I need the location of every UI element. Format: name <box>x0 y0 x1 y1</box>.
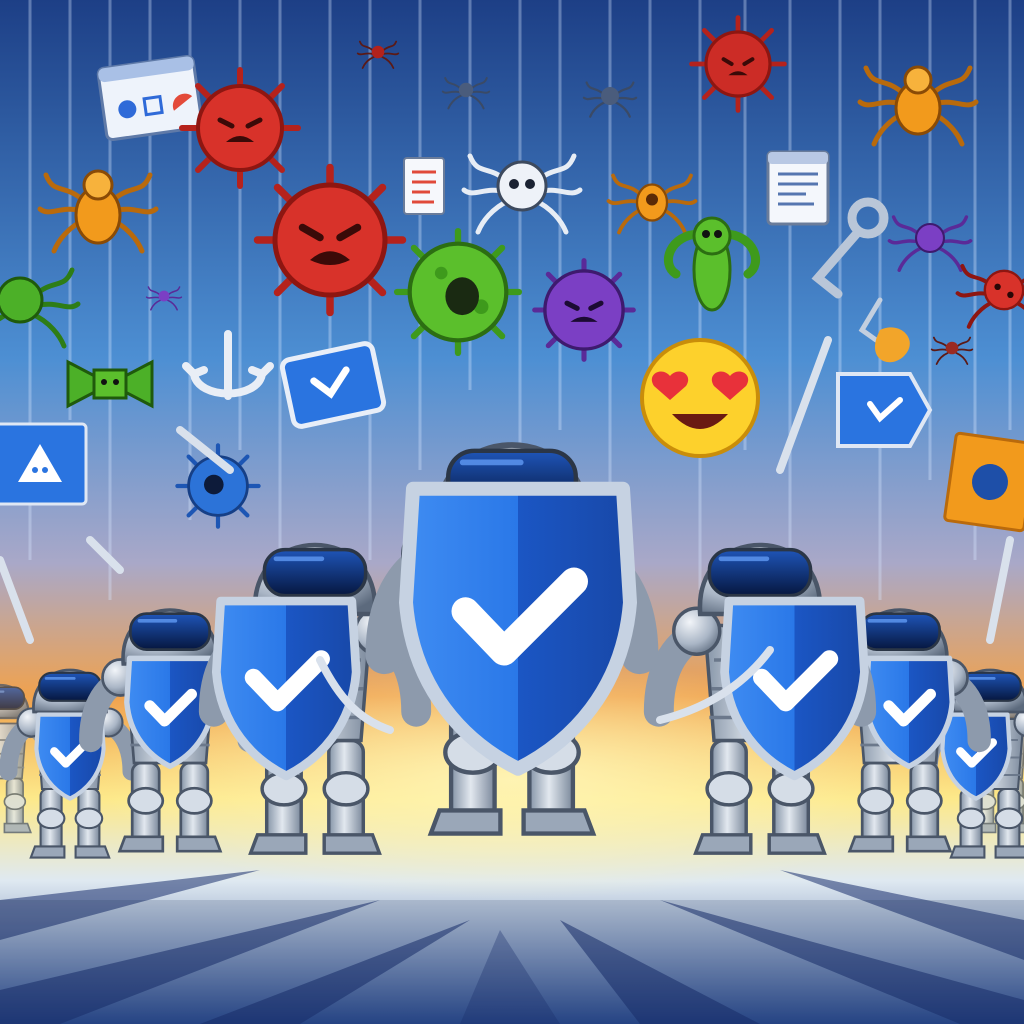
foreground-shade <box>0 900 1024 1024</box>
browser-window-icon <box>766 150 830 226</box>
purple-virus-icon <box>535 261 634 360</box>
green-virus-icon <box>397 231 519 353</box>
heart-eyes-emoji-icon <box>640 338 760 458</box>
warning-sign-icon <box>0 422 88 506</box>
red-virus-icon <box>258 168 403 313</box>
red-virus-icon <box>692 18 785 111</box>
orange-sign-icon <box>943 431 1024 533</box>
document-icon <box>403 157 445 215</box>
red-virus-icon <box>182 70 298 186</box>
security-knights-illustration <box>0 0 1024 1024</box>
blue-sign-icon <box>836 372 933 448</box>
green-bug-icon <box>66 359 154 409</box>
